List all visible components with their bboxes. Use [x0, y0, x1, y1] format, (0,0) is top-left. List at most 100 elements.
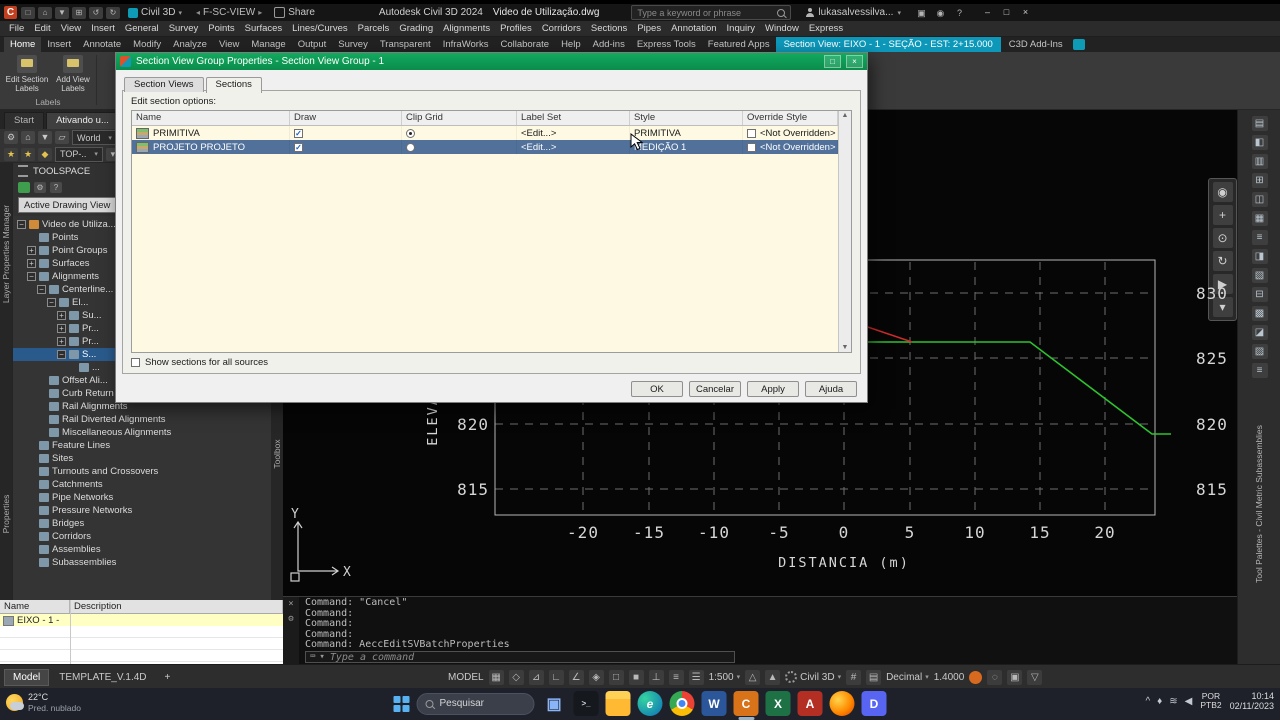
tree-item-subassemblies[interactable]: Subassemblies — [13, 556, 271, 569]
label-set-cell[interactable]: <Edit...> — [517, 126, 630, 140]
label-set-cell[interactable]: <Edit...> — [517, 140, 630, 154]
section-row-projeto-projeto[interactable]: PROJETO PROJETO ✓ <Edit...> MEDIÇÃO 1 <Not O… — [132, 140, 838, 154]
scroll-up-icon[interactable]: ▲ — [842, 112, 849, 119]
menu-inquiry[interactable]: Inquiry — [722, 21, 761, 37]
collapse-icon[interactable]: − — [47, 298, 56, 307]
collapse-icon[interactable]: − — [37, 285, 46, 294]
dock-icon[interactable]: ≡ — [1251, 363, 1268, 378]
help-icon[interactable]: ? — [953, 7, 966, 19]
open-icon[interactable]: ⌂ — [38, 6, 52, 19]
civil3d-app-icon[interactable]: C — [4, 6, 17, 19]
close-icon[interactable]: × — [1016, 6, 1035, 20]
style-combo[interactable]: TOP-.. ▾ — [55, 146, 103, 162]
menu-parcels[interactable]: Parcels — [353, 21, 395, 37]
ok-button[interactable]: OK — [631, 381, 683, 397]
grid-icon[interactable]: ▦ — [488, 669, 504, 685]
cart-icon[interactable]: ▣ — [915, 7, 928, 19]
keyboard-icon[interactable]: ⌨ — [310, 652, 315, 662]
expand-icon[interactable]: + — [57, 324, 66, 333]
app-task-view[interactable]: ▣ — [542, 691, 567, 716]
ribbon-tab-transparent[interactable]: Transparent — [374, 37, 437, 52]
ribbon-tab-featured-apps[interactable]: Featured Apps — [702, 37, 776, 52]
help-button[interactable]: Ajuda — [805, 381, 857, 397]
orbit-icon[interactable]: ↻ — [1212, 251, 1233, 271]
menu-edit[interactable]: Edit — [29, 21, 55, 37]
clip-grid-radio[interactable] — [406, 142, 415, 152]
apply-button[interactable]: Apply — [747, 381, 799, 397]
search-icon[interactable] — [777, 8, 786, 17]
world-combo[interactable]: World ▾ — [72, 130, 117, 145]
scroll-down-icon[interactable]: ▼ — [842, 344, 849, 351]
dock-icon[interactable]: ≡ — [1251, 230, 1268, 245]
menu-general[interactable]: General — [120, 21, 164, 37]
dock-icon[interactable]: ▦ — [1251, 211, 1268, 226]
close-icon[interactable]: × — [288, 599, 293, 609]
tool-palettes-tab[interactable]: Tool Palettes - Civil Metric Subassembli… — [1254, 389, 1264, 619]
expand-icon[interactable]: + — [57, 337, 66, 346]
ribbon-tab-home[interactable]: Home — [4, 37, 42, 52]
style-icon[interactable]: ★ — [21, 147, 35, 161]
customize-icon[interactable]: ⚙ — [288, 614, 293, 624]
isodraft-icon[interactable]: ◈ — [588, 669, 604, 685]
section-row-primitiva[interactable]: PRIMITIVA ✓ <Edit...> PRIMITIVA <Not Overrid… — [132, 126, 838, 140]
ribbon-tab-express-tools[interactable]: Express Tools — [631, 37, 702, 52]
tree-item-assemblies[interactable]: Assemblies — [13, 543, 271, 556]
plot-icon[interactable]: ⊞ — [72, 6, 86, 19]
layer-properties-manager-tab[interactable]: Layer Properties Manager — [1, 194, 11, 314]
collapse-icon[interactable]: − — [57, 350, 66, 359]
dyninput-icon[interactable]: ≡ — [668, 669, 684, 685]
bell-icon[interactable]: ◉ — [934, 7, 947, 19]
panel-help-icon[interactable]: ? — [50, 181, 62, 193]
ribbon-tab-c3d-add-ins[interactable]: C3D Add-Ins — [1001, 37, 1071, 52]
tree-item-corridors[interactable]: Corridors — [13, 530, 271, 543]
app-word[interactable]: W — [701, 691, 727, 716]
app-autocad[interactable]: A — [797, 691, 823, 716]
collapse-icon[interactable]: − — [17, 220, 26, 229]
taskbar-search[interactable]: Pesquisar — [416, 692, 535, 715]
dock-icon[interactable]: ◧ — [1251, 135, 1268, 150]
app-file-explorer[interactable] — [605, 691, 631, 716]
command-input[interactable]: ⌨ ▾ Type a command — [305, 651, 735, 663]
expand-icon[interactable]: + — [27, 259, 36, 268]
app-discord[interactable]: D — [861, 691, 887, 716]
3dosnap-icon[interactable]: ■ — [628, 669, 644, 685]
app-excel[interactable]: X — [765, 691, 791, 716]
match-properties-icon[interactable]: ▱ — [55, 131, 69, 144]
expand-icon[interactable]: + — [27, 246, 36, 255]
menu-lines-curves[interactable]: Lines/Curves — [287, 21, 352, 37]
dock-icon[interactable]: ◪ — [1251, 325, 1268, 340]
ribbon-tab-help[interactable]: Help — [555, 37, 587, 52]
properties-palette-tab[interactable]: Properties — [1, 484, 11, 544]
tree-item-turnouts-and-crossovers[interactable]: Turnouts and Crossovers — [13, 465, 271, 478]
chevron-left-icon[interactable]: ◂ — [196, 8, 200, 17]
tray-expand-icon[interactable]: ^ — [1145, 696, 1150, 707]
ribbon-tab-add-ins[interactable]: Add-ins — [587, 37, 631, 52]
maximize-icon[interactable]: □ — [997, 6, 1016, 20]
dialog-close-icon[interactable]: × — [846, 55, 863, 68]
minimize-icon[interactable]: – — [978, 6, 997, 20]
menu-corridors[interactable]: Corridors — [537, 21, 586, 37]
cancel-button[interactable]: Cancelar — [689, 381, 741, 397]
menu-surfaces[interactable]: Surfaces — [240, 21, 288, 37]
menu-grading[interactable]: Grading — [394, 21, 438, 37]
active-drawing-icon[interactable] — [18, 181, 30, 193]
column-description[interactable]: Description — [70, 600, 283, 613]
dock-icon[interactable]: ▨ — [1251, 344, 1268, 359]
share-button[interactable]: Share — [274, 7, 315, 18]
contextual-ribbon-tab[interactable]: Section View: EIXO - 1 - SEÇÃO - EST: 2+… — [775, 37, 1001, 52]
volume-icon[interactable]: ◀ — [1185, 696, 1193, 707]
dialog-tab-section-views[interactable]: Section Views — [124, 77, 204, 92]
draw-checkbox[interactable]: ✓ — [294, 142, 303, 152]
add-layout-button[interactable]: + — [157, 670, 179, 685]
file-tab-start[interactable]: Start — [4, 112, 45, 129]
tab-layout-template[interactable]: TEMPLATE_V.1.4D — [51, 670, 154, 685]
ribbon-tab-analyze[interactable]: Analyze — [167, 37, 213, 52]
table-scrollbar[interactable]: ▲ ▼ — [838, 111, 851, 352]
menu-profiles[interactable]: Profiles — [495, 21, 537, 37]
app-civil-3d[interactable]: C — [733, 691, 759, 716]
ribbon-tab-view[interactable]: View — [213, 37, 245, 52]
network-icon[interactable]: ≋ — [1169, 696, 1177, 707]
ribbon-tab-survey[interactable]: Survey — [332, 37, 374, 52]
redo-icon[interactable]: ↻ — [106, 6, 120, 19]
units-select[interactable]: Decimal ▾ — [886, 672, 929, 683]
